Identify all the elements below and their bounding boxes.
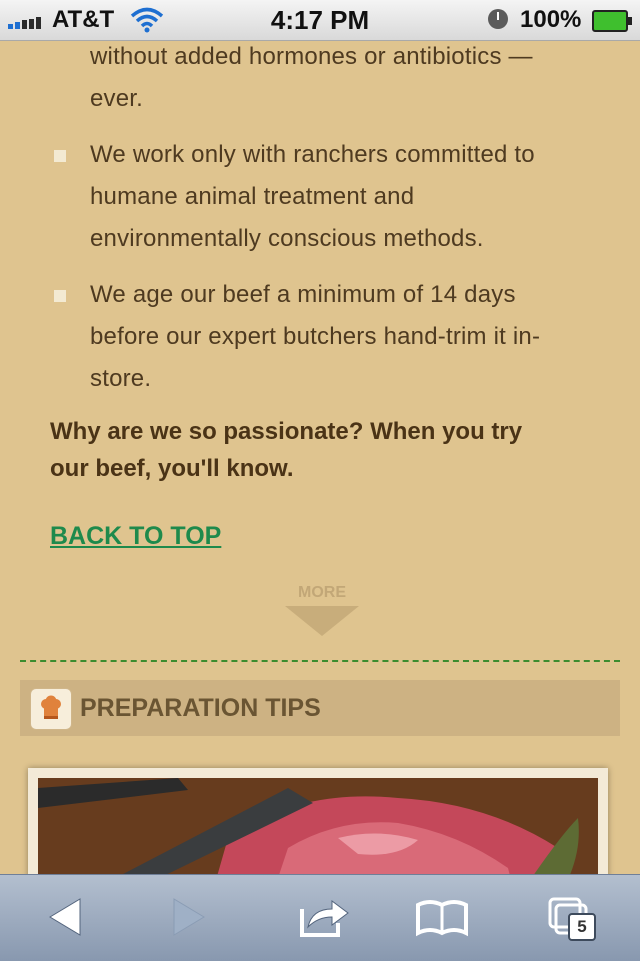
back-to-top-link[interactable]: BACK TO TOP	[50, 522, 221, 551]
bullet-marker-icon	[54, 290, 66, 302]
share-icon[interactable]	[296, 895, 356, 941]
passion-statement-line: our beef, you'll know.	[50, 455, 294, 482]
bullet-text-line: We age our beef a minimum of 14 days	[90, 281, 516, 308]
forward-arrow-icon[interactable]	[170, 895, 230, 941]
down-arrow-icon	[285, 606, 359, 636]
steak-photo-frame	[28, 768, 608, 874]
more-label: MORE	[298, 584, 346, 601]
bullet-text-line: store.	[90, 365, 152, 392]
browser-toolbar: 5	[0, 874, 640, 961]
bullet-marker-icon	[54, 150, 66, 162]
bullet-text-line: We work only with ranchers committed to	[90, 141, 535, 168]
bookmarks-icon[interactable]	[414, 895, 474, 941]
bullet-text-line: humane animal treatment and	[90, 183, 415, 210]
alarm-clock-icon	[488, 9, 508, 29]
status-bar: AT&T 4:17 PM 100%	[0, 0, 640, 41]
back-arrow-icon[interactable]	[44, 895, 104, 941]
battery-icon	[592, 10, 632, 32]
bullet-text-line: before our expert butchers hand-trim it …	[90, 323, 541, 350]
bullet-text-line: environmentally conscious methods.	[90, 225, 484, 252]
steak-photo	[38, 778, 598, 874]
section-title: PREPARATION TIPS	[80, 694, 321, 722]
bullet-text-line: without added hormones or antibiotics —	[90, 43, 533, 70]
chef-hat-icon	[30, 688, 72, 730]
section-divider	[20, 660, 620, 662]
tab-count-badge: 5	[568, 913, 596, 941]
passion-statement-line: Why are we so passionate? When you try	[50, 418, 523, 445]
bullet-text-line: ever.	[90, 85, 144, 112]
preparation-tips-header[interactable]: PREPARATION TIPS	[20, 680, 620, 736]
page-content: without added hormones or antibiotics — …	[0, 40, 640, 874]
tabs-icon[interactable]: 5	[546, 895, 606, 941]
more-button[interactable]: MORE	[282, 584, 362, 640]
battery-percentage: 100%	[520, 6, 582, 33]
